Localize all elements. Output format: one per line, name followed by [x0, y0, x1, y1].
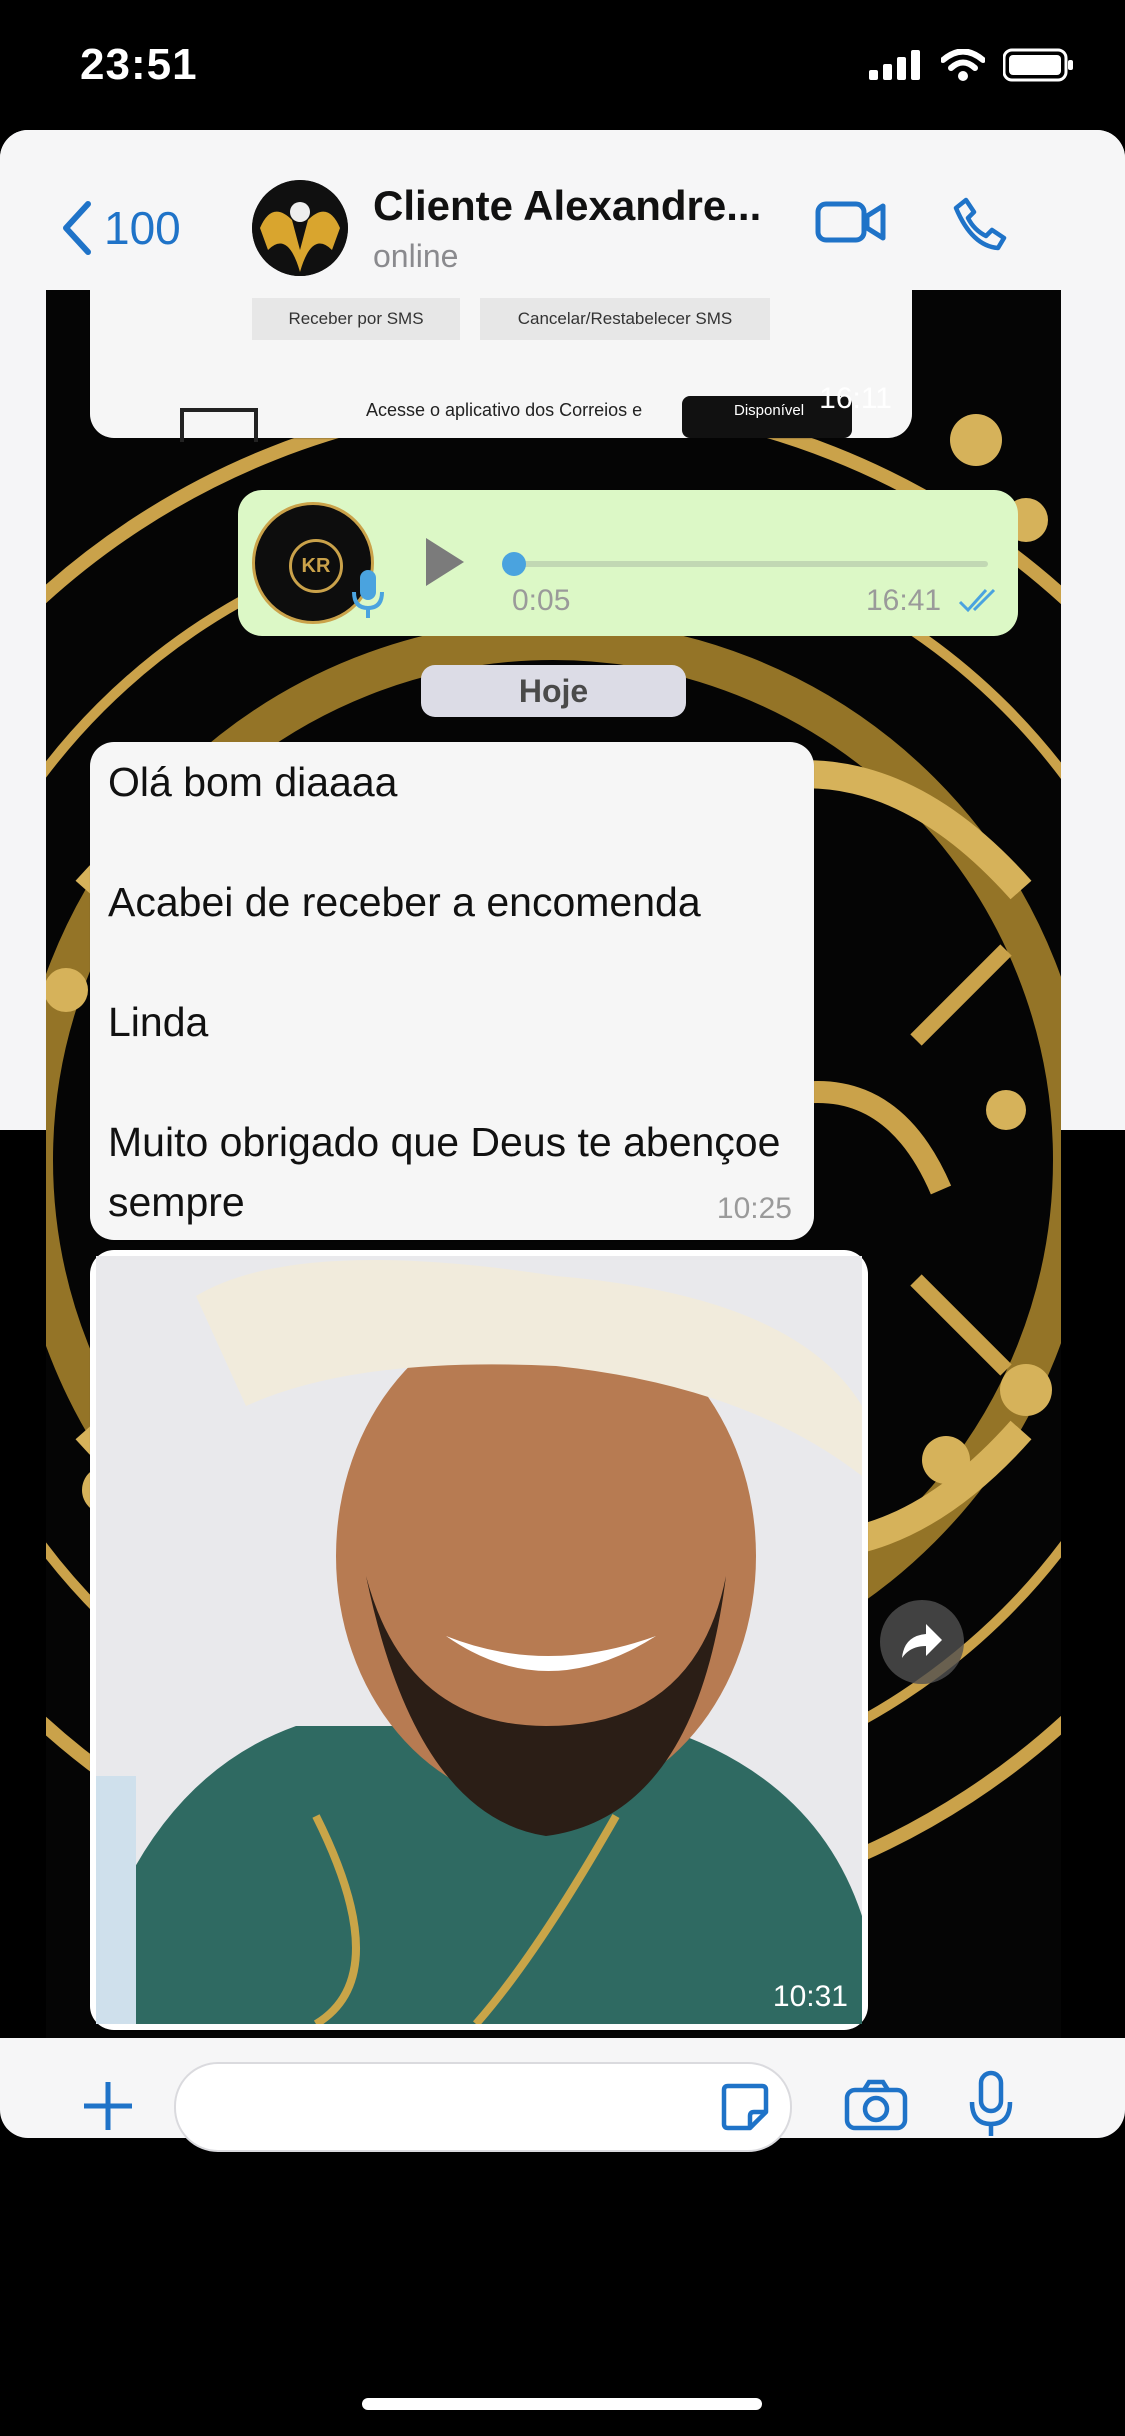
chevron-left-icon	[63, 201, 91, 255]
audio-scrubber[interactable]	[502, 552, 526, 576]
image-message-correios[interactable]: Receber por SMS Cancelar/Restabelecer SM…	[90, 290, 912, 442]
mic-icon	[352, 570, 384, 618]
forward-icon	[902, 1624, 942, 1658]
double-check-icon	[958, 588, 996, 613]
message-input[interactable]	[174, 2062, 792, 2152]
forward-button[interactable]	[880, 1600, 964, 1684]
chat-header: 100 Cliente Alexandre... online	[0, 130, 1125, 290]
composer-bar	[0, 2038, 1125, 2152]
status-time: 23:51	[80, 40, 198, 89]
audio-duration: 0:05	[512, 584, 571, 617]
cancel-sms-image: Cancelar/Restabelecer SMS	[480, 298, 770, 340]
date-separator: Hoje	[421, 665, 686, 717]
unread-count: 100	[104, 202, 181, 254]
microphone-icon[interactable]	[968, 2070, 1014, 2140]
play-icon[interactable]	[422, 536, 466, 588]
presence-status: online	[373, 238, 459, 274]
qr-code-icon	[180, 408, 258, 442]
message-time: 16:41	[866, 584, 942, 617]
video-call-icon[interactable]	[815, 198, 887, 246]
photo-image	[96, 1256, 862, 2024]
wifi-icon	[941, 49, 985, 81]
sticker-icon[interactable]	[720, 2082, 770, 2132]
status-icons	[869, 48, 1075, 82]
message-text: Olá bom diaaaa Acabei de receber a encom…	[108, 759, 781, 1225]
home-indicator	[362, 2398, 762, 2410]
contact-name[interactable]: Cliente Alexandre...	[373, 182, 761, 230]
message-time: 10:25	[716, 1192, 792, 1225]
battery-icon	[1003, 48, 1073, 82]
chat-area[interactable]: Receber por SMS Cancelar/Restabelecer SM…	[46, 290, 1061, 2038]
plus-icon[interactable]	[80, 2078, 136, 2134]
image-footer-text: Acesse o aplicativo dos Correios e	[366, 400, 643, 420]
status-bar: 23:51	[0, 0, 1125, 130]
audio-progress-track[interactable]	[512, 561, 988, 567]
signal-icon	[869, 50, 920, 80]
phone-icon[interactable]	[952, 196, 1008, 252]
voice-message[interactable]: KR 0:05 16:41	[238, 490, 1018, 636]
sms-button-image: Receber por SMS	[252, 298, 460, 340]
message-time: 16:11	[819, 382, 892, 415]
camera-icon[interactable]	[844, 2078, 908, 2132]
message-time: 10:31	[772, 1980, 848, 2013]
photo-message[interactable]: 10:31	[90, 1250, 868, 2030]
contact-avatar[interactable]	[252, 180, 348, 276]
text-message[interactable]: Olá bom diaaaa Acabei de receber a encom…	[90, 742, 814, 1240]
back-button[interactable]: 100	[60, 200, 181, 256]
